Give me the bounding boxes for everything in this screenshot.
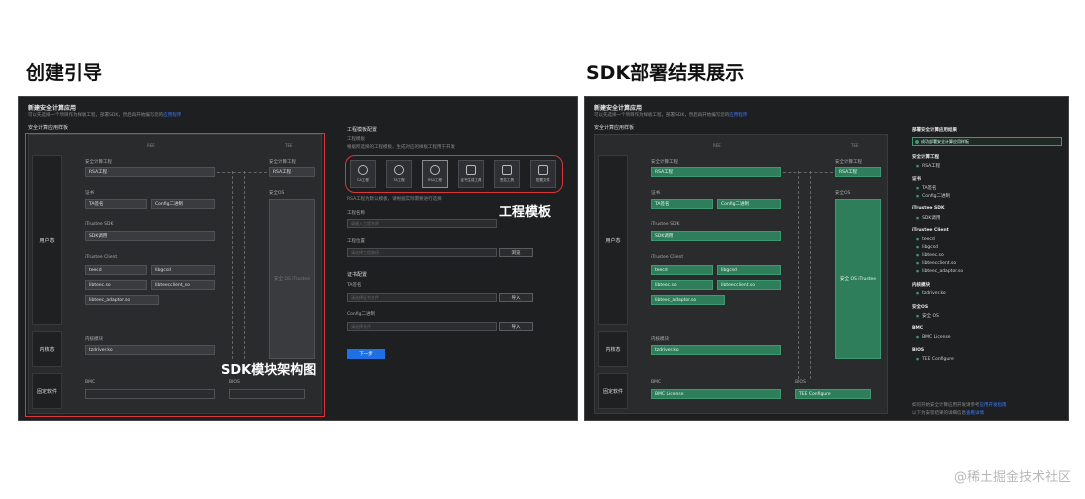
sdk-label: iTrustee SDK [651,222,680,227]
section-title: 安全计算应用样板 [28,125,69,131]
ta-cert-input[interactable]: 请选择证书文件 [347,293,497,302]
result-group-title: 安全OS [912,305,929,310]
result-group-item: SDK调用 [916,215,940,221]
client-label: iTrustee Client [651,255,684,260]
desc-link[interactable]: 应用程序 [729,113,747,118]
template-note: RSA工程为默认模板，请根据实际需要进行选择 [347,197,442,202]
result-group-title: iTrustee SDK [912,206,945,211]
client-item: libteecclient.so [717,280,781,290]
connector-line [810,171,811,379]
result-group-title: 证书 [912,177,921,182]
client-item: libteec.so [651,280,713,290]
result-group-title: BMC [912,326,924,331]
result-group-item: teecd [916,237,935,242]
proj-path-label: 工程位置 [347,239,365,244]
template-title: 工程模板配置 [347,127,378,133]
result-group-item: libteecclient.so [916,261,956,266]
annotation-sdk-architecture: SDK模块架构图 [221,363,317,378]
desc-link[interactable]: 应用程序 [163,113,181,118]
connector-line [783,172,833,173]
result-group-item: TEE Configure [916,357,954,362]
result-footer-2: 以下为安装结果的详细信息查看详情 [912,411,984,416]
cert-label: 证书 [651,191,660,196]
row-firmware: 固定软件 [598,373,628,409]
ta-label: 安全计算工程 [835,160,862,165]
tee-os-label: 安全OS [835,191,851,196]
ta-box: RSA工程 [835,167,881,177]
section-title: 安全计算应用样板 [594,125,635,131]
cfg-bin-label: Config二进制 [347,312,375,317]
annotation-template: 工程模板 [499,205,552,220]
browse-button[interactable]: 浏览 [499,248,533,257]
page-title: 新建安全计算应用 [594,105,643,112]
create-guide-screenshot: 新建安全计算应用 可以先选择一个项目作为样板工程，部署SDK，然后再开始编写您的… [18,96,578,421]
result-group-item: libteec.so [916,253,944,258]
result-title: 部署安全计算应用结果 [912,128,957,133]
template-sub: 工程模板 [347,137,365,142]
result-group-title: 安全计算工程 [912,155,939,160]
ta-cert-label: TA签名 [347,283,362,288]
kernel-box: tzdriver.ko [651,345,781,355]
result-footer-1: 如何开始安全计算应用开发请参考应用开发指南 [912,403,1007,408]
result-group-item: 安全 OS [916,313,939,319]
client-item: libgcsd [717,265,781,275]
bios-box: TEE Configure [795,389,871,399]
left-heading: 创建引导 [26,62,103,84]
result-success-bar: 成功部署安全计算应用样板 [912,137,1062,146]
result-group-item: TA签名 [916,185,936,191]
row-user-mode: 用户态 [598,155,628,325]
proj-name-input[interactable]: 请输入工程名称 [347,219,497,228]
result-group-title: 内核模块 [912,283,930,288]
page-title: 新建安全计算应用 [28,105,77,112]
deploy-result-screenshot: 新建安全计算应用 可以先选择一个项目作为样板工程，部署SDK，然后再开始编写您的… [584,96,1069,421]
result-group-title: iTrustee Client [912,228,949,233]
client-item: libteec_adaptor.so [651,295,725,305]
proj-name-label: 工程名称 [347,211,365,216]
template-desc: 根据所选择的工程模板，生成对应的样板工程用于开发 [347,145,455,150]
client-item: teecd [651,265,713,275]
result-group-item: tzdriver.ko [916,291,946,296]
result-group-item: libgcsd [916,245,938,250]
page-desc: 可以先选择一个项目作为样板工程，部署SDK，然后再开始编写您的应用程序 [28,113,182,118]
result-group-item: Config二进制 [916,193,950,199]
bios-label: BIOS [795,380,806,385]
result-group-item: RSA工程 [916,163,940,169]
result-group-item: BMC License [916,335,951,340]
tee-os-column: 安全 OS iTrustee [835,199,881,359]
sdk-architecture-panel: REE TEE 用户态 内核态 固定软件 安全计算工程 RSA工程 证书 TA签… [594,134,888,414]
right-heading: SDK部署结果展示 [586,62,745,84]
dev-guide-link[interactable]: 应用开发指南 [980,403,1007,408]
import-config-button[interactable]: 导入 [499,322,533,331]
bmc-box: BMC License [651,389,781,399]
cert-config-box: Config二进制 [717,199,781,209]
sdk-box: SDK调用 [651,231,781,241]
connector-line [798,171,799,379]
watermark: @稀土掘金技术社区 [953,470,1071,485]
cert-config-title: 证书配置 [347,272,368,278]
tee-header: TEE [851,143,859,148]
ree-header: REE [713,143,721,148]
highlight-templates [345,155,563,193]
bmc-label: BMC [651,380,662,385]
row-kernel-mode: 内核态 [598,331,628,367]
kernel-label: 内核模块 [651,337,669,342]
details-link[interactable]: 查看详情 [966,411,984,416]
import-ta-cert-button[interactable]: 导入 [499,293,533,302]
result-group-title: BIOS [912,348,925,353]
cfg-bin-input[interactable]: 请选择文件 [347,322,497,331]
cert-ta-box: TA签名 [651,199,713,209]
result-group-item: libteec_adaptor.so [916,269,963,274]
page-desc: 可以先选择一个项目作为样板工程，部署SDK，然后再开始编写您的应用程序 [594,113,748,118]
next-button[interactable]: 下一步 [347,349,385,359]
proj-path-input[interactable]: 请选择工程路径 [347,248,497,257]
ca-box: RSA工程 [651,167,781,177]
ca-label: 安全计算工程 [651,160,678,165]
